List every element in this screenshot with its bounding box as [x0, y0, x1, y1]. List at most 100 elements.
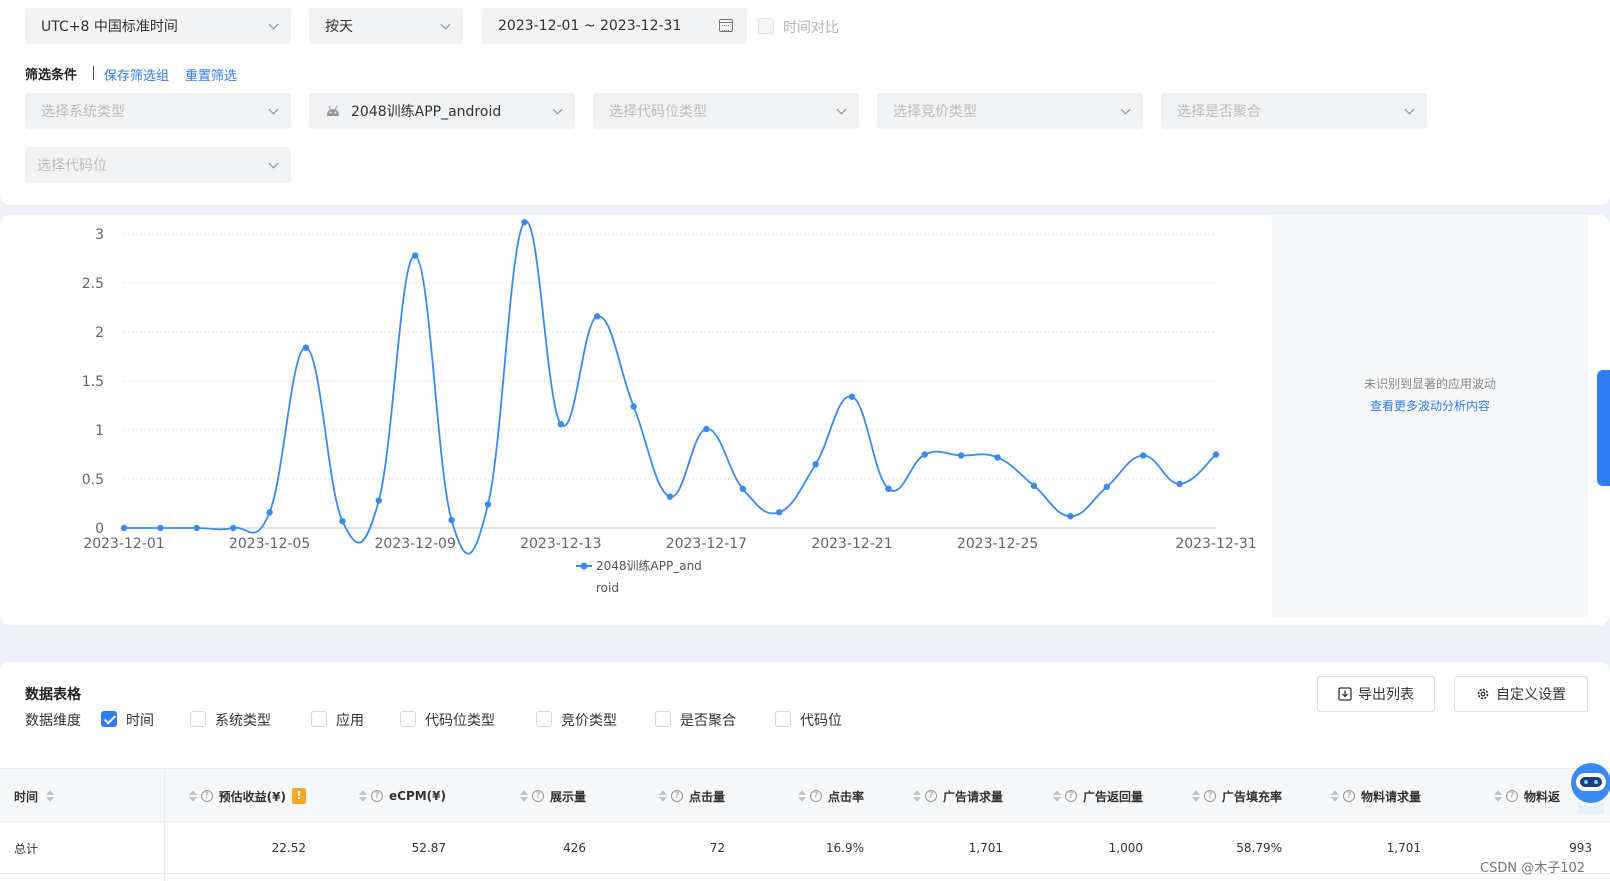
sort-icon[interactable] — [912, 790, 921, 802]
dimension-checkbox[interactable] — [190, 711, 206, 727]
sort-icon[interactable] — [46, 790, 55, 802]
x-tick-label: 2023-12-05 — [229, 536, 310, 552]
sort-icon[interactable] — [1191, 790, 1200, 802]
fluctuation-message: 未识别到显著的应用波动 — [1363, 377, 1496, 391]
granularity-select[interactable]: 按天 — [309, 8, 463, 44]
export-list-button[interactable]: 导出列表 — [1317, 676, 1435, 712]
custom-settings-button[interactable]: 自定义设置 — [1454, 676, 1588, 712]
sort-icon[interactable] — [1493, 790, 1502, 802]
system-type-select[interactable]: 选择系统类型 — [25, 93, 291, 129]
column-header[interactable]: ? 点击率 — [797, 769, 864, 823]
column-header[interactable]: ? 广告请求量 — [912, 769, 1003, 823]
dimension-checkbox[interactable] — [311, 711, 327, 727]
column-header-label: 广告填充率 — [1221, 789, 1282, 804]
data-point — [266, 509, 273, 516]
timezone-select[interactable]: UTC+8 中国标准时间 — [25, 8, 291, 44]
x-tick-label: 2023-12-09 — [375, 536, 456, 552]
x-tick-label: 2023-12-25 — [957, 536, 1038, 552]
data-point — [812, 461, 819, 468]
aggregate-select[interactable]: 选择是否聚合 — [1161, 93, 1427, 129]
divider — [93, 66, 94, 80]
column-header-time[interactable]: 时间 — [14, 769, 58, 823]
warning-icon[interactable]: ! — [292, 788, 306, 804]
fluctuation-panel: 未识别到显著的应用波动 查看更多波动分析内容 — [1272, 215, 1588, 617]
column-header[interactable]: ? 预估收益(¥)! — [188, 769, 306, 823]
help-icon[interactable]: ? — [1203, 790, 1216, 802]
app-select[interactable]: 2048训练APP_android — [309, 93, 575, 129]
help-icon[interactable]: ? — [371, 790, 383, 802]
help-icon[interactable]: ? — [200, 790, 213, 802]
table-cell: 58.79% — [1236, 841, 1282, 855]
feedback-side-tab[interactable] — [1597, 370, 1610, 486]
data-point — [703, 425, 710, 433]
gear-icon — [1477, 688, 1489, 700]
data-point — [1067, 513, 1074, 520]
granularity-value: 按天 — [325, 19, 353, 35]
column-header[interactable]: ? eCPM(¥) — [359, 769, 446, 823]
column-header[interactable]: ? 点击量 — [658, 769, 725, 823]
column-header-label: eCPM(¥) — [389, 789, 446, 803]
table-cell: 1,701 — [1386, 841, 1421, 855]
calendar-icon — [719, 19, 733, 32]
help-icon[interactable]: ? — [1505, 790, 1518, 802]
time-compare-checkbox[interactable] — [758, 18, 774, 34]
bid-type-select[interactable]: 选择竞价类型 — [877, 93, 1143, 129]
table-cell: 16.9% — [825, 841, 864, 855]
data-point — [230, 524, 237, 532]
help-icon[interactable]: ? — [670, 790, 683, 802]
fluctuation-analysis-link[interactable]: 查看更多波动分析内容 — [1272, 397, 1588, 414]
custom-settings-label: 自定义设置 — [1496, 687, 1566, 703]
column-divider — [164, 768, 165, 881]
assistant-robot-icon[interactable] — [1564, 760, 1610, 818]
help-icon[interactable]: ? — [1064, 790, 1077, 802]
reset-filter-link[interactable]: 重置筛选 — [185, 65, 237, 84]
slot-type-select[interactable]: 选择代码位类型 — [593, 93, 859, 129]
help-icon[interactable]: ? — [1342, 790, 1355, 802]
y-tick-label: 0 — [95, 521, 104, 537]
system-type-placeholder: 选择系统类型 — [41, 104, 125, 120]
sort-icon[interactable] — [1330, 790, 1339, 802]
sort-icon[interactable] — [1052, 790, 1061, 802]
timezone-value: UTC+8 中国标准时间 — [41, 19, 178, 35]
sort-icon[interactable] — [658, 790, 667, 802]
revenue-line-chart: 0 0.5 1 1.5 2 2.5 3 2023-12-01 2023-12-05 2023-12… — [82, 219, 1257, 595]
export-icon — [1338, 687, 1352, 701]
x-tick-label: 2023-12-01 — [83, 536, 164, 552]
dimension-checkbox[interactable] — [775, 711, 791, 727]
dimension-checkbox[interactable] — [101, 711, 117, 727]
column-header[interactable]: ? 展示量 — [519, 769, 586, 823]
column-header[interactable]: ? 广告填充率 — [1191, 769, 1282, 823]
x-tick-label: 2023-12-13 — [520, 536, 601, 552]
dimension-checkbox[interactable] — [655, 711, 671, 727]
column-header[interactable]: ? 物料请求量 — [1330, 769, 1421, 823]
dimension-label-item: 竞价类型 — [561, 713, 617, 729]
sort-icon[interactable] — [519, 790, 528, 802]
y-tick-label: 2 — [95, 325, 104, 341]
date-range-picker[interactable]: 2023-12-01 ~ 2023-12-31 — [482, 8, 747, 44]
column-header[interactable]: ? 广告返回量 — [1052, 769, 1143, 823]
help-icon[interactable]: ? — [809, 790, 822, 802]
column-header[interactable]: ? 物料返 — [1493, 769, 1560, 823]
chevron-down-icon — [836, 104, 847, 115]
column-header-label: 预估收益(¥) — [218, 789, 286, 804]
sort-icon[interactable] — [797, 790, 806, 802]
column-header-label: 广告请求量 — [942, 789, 1003, 804]
sort-icon[interactable] — [188, 790, 197, 802]
slot-select[interactable]: 选择代码位 — [25, 147, 291, 183]
dimension-checkbox[interactable] — [536, 711, 552, 727]
help-icon[interactable]: ? — [531, 790, 544, 802]
chevron-down-icon — [1120, 104, 1131, 115]
data-point — [848, 393, 856, 400]
sort-icon[interactable] — [359, 790, 367, 802]
data-point — [1212, 451, 1220, 458]
date-range-value: 2023-12-01 ~ 2023-12-31 — [498, 18, 682, 34]
save-filter-group-link[interactable]: 保存筛选组 — [104, 65, 169, 84]
help-icon[interactable]: ? — [924, 790, 937, 802]
data-point — [1140, 452, 1147, 459]
data-point — [1030, 482, 1038, 490]
column-header-time-label: 时间 — [14, 789, 39, 804]
dimension-checkbox[interactable] — [400, 711, 416, 727]
column-header-label: 点击量 — [688, 789, 725, 804]
data-point — [448, 516, 455, 524]
watermark: CSDN @木子102 — [1480, 861, 1586, 876]
